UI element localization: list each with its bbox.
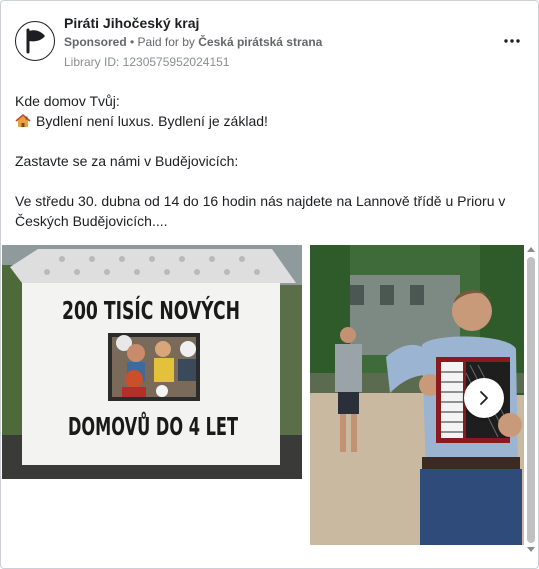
carousel-next-button[interactable] — [464, 378, 504, 418]
text-line-1: Kde domov Tvůj: — [15, 93, 120, 109]
carousel-slide-house[interactable]: 200 TISÍC NOVÝCH DOMOVŮ DO 4 LET — [2, 245, 302, 479]
sponsored-line: Sponsored • Paid for by Česká pirátská s… — [64, 35, 322, 49]
more-options-button[interactable] — [500, 29, 524, 53]
pirate-flag-logo-icon — [26, 28, 45, 54]
house-sign-top: 200 TISÍC NOVÝCH — [62, 295, 240, 325]
house-sign-bottom: DOMOVŮ DO 4 LET — [68, 411, 238, 441]
ad-card: Piráti Jihočeský kraj Sponsored • Paid f… — [0, 0, 539, 569]
text-line-2: Bydlení není luxus. Bydlení je základ! — [36, 113, 268, 129]
ad-body-text: Kde domov Tvůj: Bydlení není luxus. Bydl… — [15, 91, 520, 231]
more-horizontal-icon — [504, 39, 520, 43]
house-photo: 200 TISÍC NOVÝCH DOMOVŮ DO 4 LET — [2, 245, 302, 479]
scroll-thumb[interactable] — [527, 257, 535, 543]
scroll-down-arrow-icon[interactable] — [527, 547, 535, 552]
sponsored-label: Sponsored — [64, 35, 127, 49]
page-avatar[interactable] — [15, 21, 55, 61]
house-emoji-icon — [15, 114, 31, 127]
library-id: Library ID: 1230575952024151 — [64, 55, 230, 69]
text-line-4: Ve středu 30. dubna od 14 do 16 hodin ná… — [15, 193, 506, 229]
text-line-3: Zastavte se za námi v Budějovicích: — [15, 153, 239, 169]
chevron-right-icon — [480, 391, 488, 405]
page-name-link[interactable]: Piráti Jihočeský kraj — [64, 15, 199, 31]
payer-name: Česká pirátská strana — [198, 35, 323, 49]
scroll-up-arrow-icon[interactable] — [527, 247, 535, 252]
meta-separator: • — [126, 35, 138, 49]
ad-header: Piráti Jihočeský kraj Sponsored • Paid f… — [13, 13, 528, 73]
paid-for-prefix: Paid for by — [137, 35, 199, 49]
vertical-scrollbar[interactable] — [525, 247, 537, 555]
text-line-2-row: Bydlení není luxus. Bydlení je základ! — [15, 111, 520, 131]
image-carousel: 200 TISÍC NOVÝCH DOMOVŮ DO 4 LET — [1, 245, 538, 548]
